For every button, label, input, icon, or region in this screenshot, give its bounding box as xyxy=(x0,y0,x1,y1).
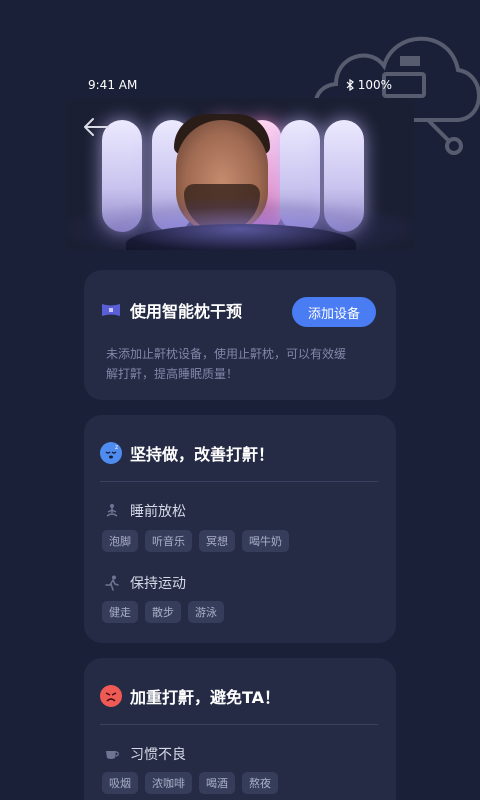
exercise-tags: 健走 散步 游泳 xyxy=(102,601,224,623)
hero-banner xyxy=(66,98,414,250)
exercise-label: 保持运动 xyxy=(130,576,186,592)
improve-header: z 坚持做，改善打鼾！ xyxy=(100,441,274,465)
bluetooth-icon xyxy=(346,79,354,91)
tag-smoking[interactable]: 吸烟 xyxy=(102,772,138,794)
add-device-button[interactable]: 添加设备 xyxy=(292,297,376,327)
improve-snoring-card: z 坚持做，改善打鼾！ 睡前放松 泡脚 听音乐 冥想 喝牛奶 保持运动 健走 散… xyxy=(84,415,396,643)
pillow-icon xyxy=(102,304,120,316)
tag-staying-up[interactable]: 熬夜 xyxy=(242,772,278,794)
angry-face-icon xyxy=(100,685,122,707)
status-time: 9:41 AM xyxy=(88,78,138,92)
smart-pillow-description: 未添加止鼾枕设备，使用止鼾枕，可以有效缓解打鼾，提高睡眠质量！ xyxy=(106,347,347,381)
divider xyxy=(100,724,378,725)
back-arrow-icon[interactable] xyxy=(82,116,110,138)
battery-text: 100% xyxy=(357,78,392,92)
bad-habits-label: 习惯不良 xyxy=(130,747,186,763)
relax-section: 睡前放松 xyxy=(104,501,186,521)
smart-pillow-title: 使用智能枕干预 xyxy=(130,302,243,321)
relax-tags: 泡脚 听音乐 冥想 喝牛奶 xyxy=(102,530,289,552)
avoid-header: 加重打鼾，避免TA！ xyxy=(100,684,280,708)
divider xyxy=(100,481,378,482)
tag-strong-coffee[interactable]: 浓咖啡 xyxy=(145,772,192,794)
status-right: 100% xyxy=(346,78,392,92)
improve-title: 坚持做，改善打鼾！ xyxy=(130,445,275,464)
tag-brisk-walk[interactable]: 健走 xyxy=(102,601,138,623)
avoid-title: 加重打鼾，避免TA！ xyxy=(130,688,281,707)
coffee-cup-icon xyxy=(106,751,119,759)
bad-habits-section: 习惯不良 xyxy=(104,744,186,764)
exercise-section: 保持运动 xyxy=(104,573,186,593)
tag-drinking[interactable]: 喝酒 xyxy=(199,772,235,794)
tag-stroll[interactable]: 散步 xyxy=(145,601,181,623)
tag-milk[interactable]: 喝牛奶 xyxy=(242,530,289,552)
tag-swim[interactable]: 游泳 xyxy=(188,601,224,623)
bad-habits-tags: 吸烟 浓咖啡 喝酒 熬夜 xyxy=(102,772,278,794)
tag-foot-soak[interactable]: 泡脚 xyxy=(102,530,138,552)
tag-meditate[interactable]: 冥想 xyxy=(199,530,235,552)
relax-label: 睡前放松 xyxy=(130,504,186,520)
avoid-snoring-card: 加重打鼾，避免TA！ 习惯不良 吸烟 浓咖啡 喝酒 熬夜 xyxy=(84,658,396,800)
energy-glow xyxy=(66,198,414,250)
svg-text:z: z xyxy=(115,444,118,451)
running-icon xyxy=(105,575,119,591)
sleepy-face-icon: z xyxy=(100,442,122,464)
status-bar: 9:41 AM 100% xyxy=(66,72,414,98)
tag-music[interactable]: 听音乐 xyxy=(145,530,192,552)
meditation-icon xyxy=(106,504,118,517)
smart-pillow-card: 使用智能枕干预 添加设备 未添加止鼾枕设备，使用止鼾枕，可以有效缓解打鼾，提高睡… xyxy=(84,270,396,400)
